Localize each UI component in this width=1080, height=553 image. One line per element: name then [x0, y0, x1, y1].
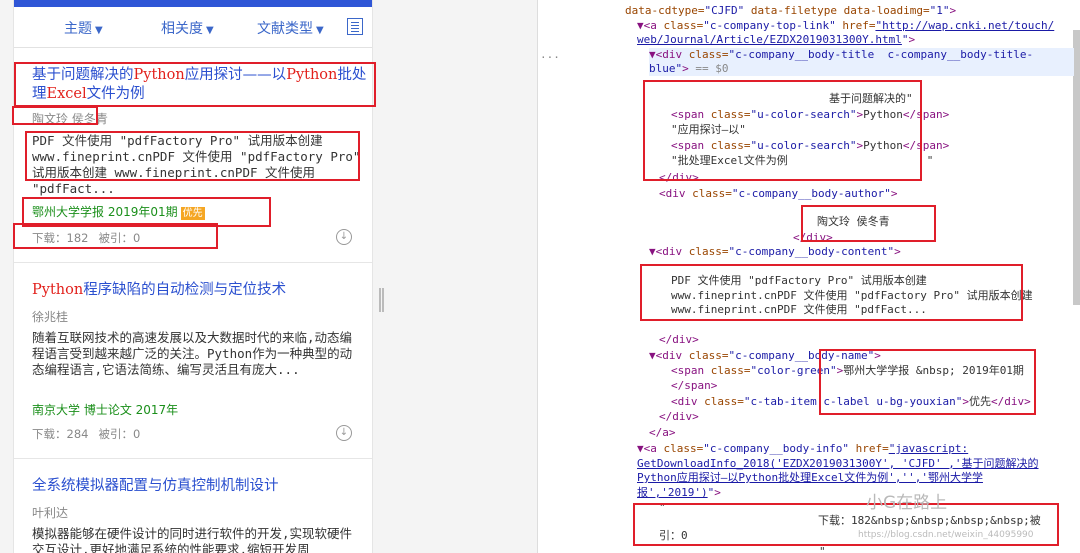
code-line[interactable]: GetDownloadInfo_2018('EZDX2019031300Y', … [637, 457, 1039, 471]
filter-doc-type[interactable]: 文献类型 ▼ [257, 18, 324, 38]
filter-doc-type-label: 文献类型 [257, 21, 313, 37]
article-author: 叶利达 [32, 506, 69, 520]
article-title[interactable]: Python程序缺陷的自动检测与定位技术 [32, 281, 372, 300]
code-line[interactable]: web/Journal/Article/EZDX2019031300Y.html… [637, 33, 915, 47]
article-author: 徐兆桂 [32, 310, 69, 324]
chevron-down-icon: ▼ [206, 25, 214, 36]
code-line[interactable]: 报','2019')"> [637, 486, 721, 500]
annotation-box-title [14, 62, 376, 107]
filter-bar: 主题 ▼ 相关度 ▼ 文献类型 ▼ [14, 7, 372, 48]
citation-count: 被引：0 [98, 427, 141, 441]
watermark: 小G在路上 [866, 493, 948, 513]
annotation-box-code-content [640, 264, 1023, 321]
filter-topic[interactable]: 主题 ▼ [64, 18, 103, 38]
annotation-box-code-author [801, 205, 936, 242]
code-line[interactable]: ▼<div class="c-company__body-content"> [649, 245, 901, 259]
divider [14, 262, 372, 263]
watermark-url: https://blog.csdn.net/weixin_44095990 [858, 530, 1034, 540]
annotation-box-code-source [819, 349, 1036, 415]
code-line[interactable]: </a> [649, 426, 676, 440]
title-text: 程序缺陷的自动检测与定位技术 [83, 282, 287, 298]
code-line[interactable]: Python应用探讨—以Python批处理Excel文件为例','','鄂州大学… [637, 471, 983, 485]
download-icon[interactable]: ↓ [336, 425, 352, 441]
article-title[interactable]: 全系统模拟器配置与仿真控制机制设计 [32, 477, 372, 496]
annotation-box-stats [13, 223, 218, 249]
code-line-selected[interactable]: blue"> == $0 [649, 62, 1074, 76]
filter-relevance[interactable]: 相关度 ▼ [161, 18, 214, 38]
filter-relevance-label: 相关度 [161, 21, 203, 37]
top-bar [14, 0, 372, 7]
annotation-box-author [12, 106, 98, 125]
code-line[interactable]: </div> [659, 333, 699, 347]
code-line-selected[interactable]: ▼<div class="c-company__body-title c-com… [649, 48, 1074, 62]
annotation-box-abstract [25, 131, 360, 181]
divider [14, 458, 372, 459]
title-highlight: Python [32, 282, 84, 298]
article-abstract: 模拟器能够在硬件设计的同时进行软件的开发,实现软硬件交互设计,更好地满足系统的性… [32, 526, 353, 553]
panel-resize-handle[interactable] [379, 288, 384, 312]
chevron-down-icon: ▼ [95, 25, 103, 36]
code-line[interactable]: </span> [671, 379, 717, 393]
code-line[interactable]: data-cdtype="CJFD" data-filetype data-lo… [625, 4, 956, 18]
list-view-icon[interactable] [347, 18, 363, 35]
download-icon[interactable]: ↓ [336, 229, 352, 245]
annotation-box-code-title [643, 80, 922, 181]
code-line[interactable]: " [819, 545, 826, 553]
code-line[interactable]: ▼<a class="c-company__body-info" href="j… [637, 442, 968, 456]
download-count: 下载：284 [32, 427, 89, 441]
code-line[interactable]: ▼<a class="c-company-top-link" href="htt… [637, 19, 1054, 33]
article-abstract: 随着互联网技术的高速发展以及大数据时代的来临,动态编程语言受到越来越广泛的关注。… [32, 330, 353, 377]
code-line[interactable]: </div> [659, 410, 699, 424]
filter-topic-label: 主题 [64, 21, 92, 37]
article-source: 南京大学 博士论文 2017年 [32, 403, 179, 417]
code-line[interactable]: <div class="c-company__body-author"> [659, 187, 897, 201]
scrollbar[interactable] [1073, 30, 1080, 305]
chevron-down-icon: ▼ [316, 25, 324, 36]
article-stats: 下载：284 被引：0 [32, 426, 150, 442]
more-options-icon[interactable]: ... [540, 48, 560, 61]
